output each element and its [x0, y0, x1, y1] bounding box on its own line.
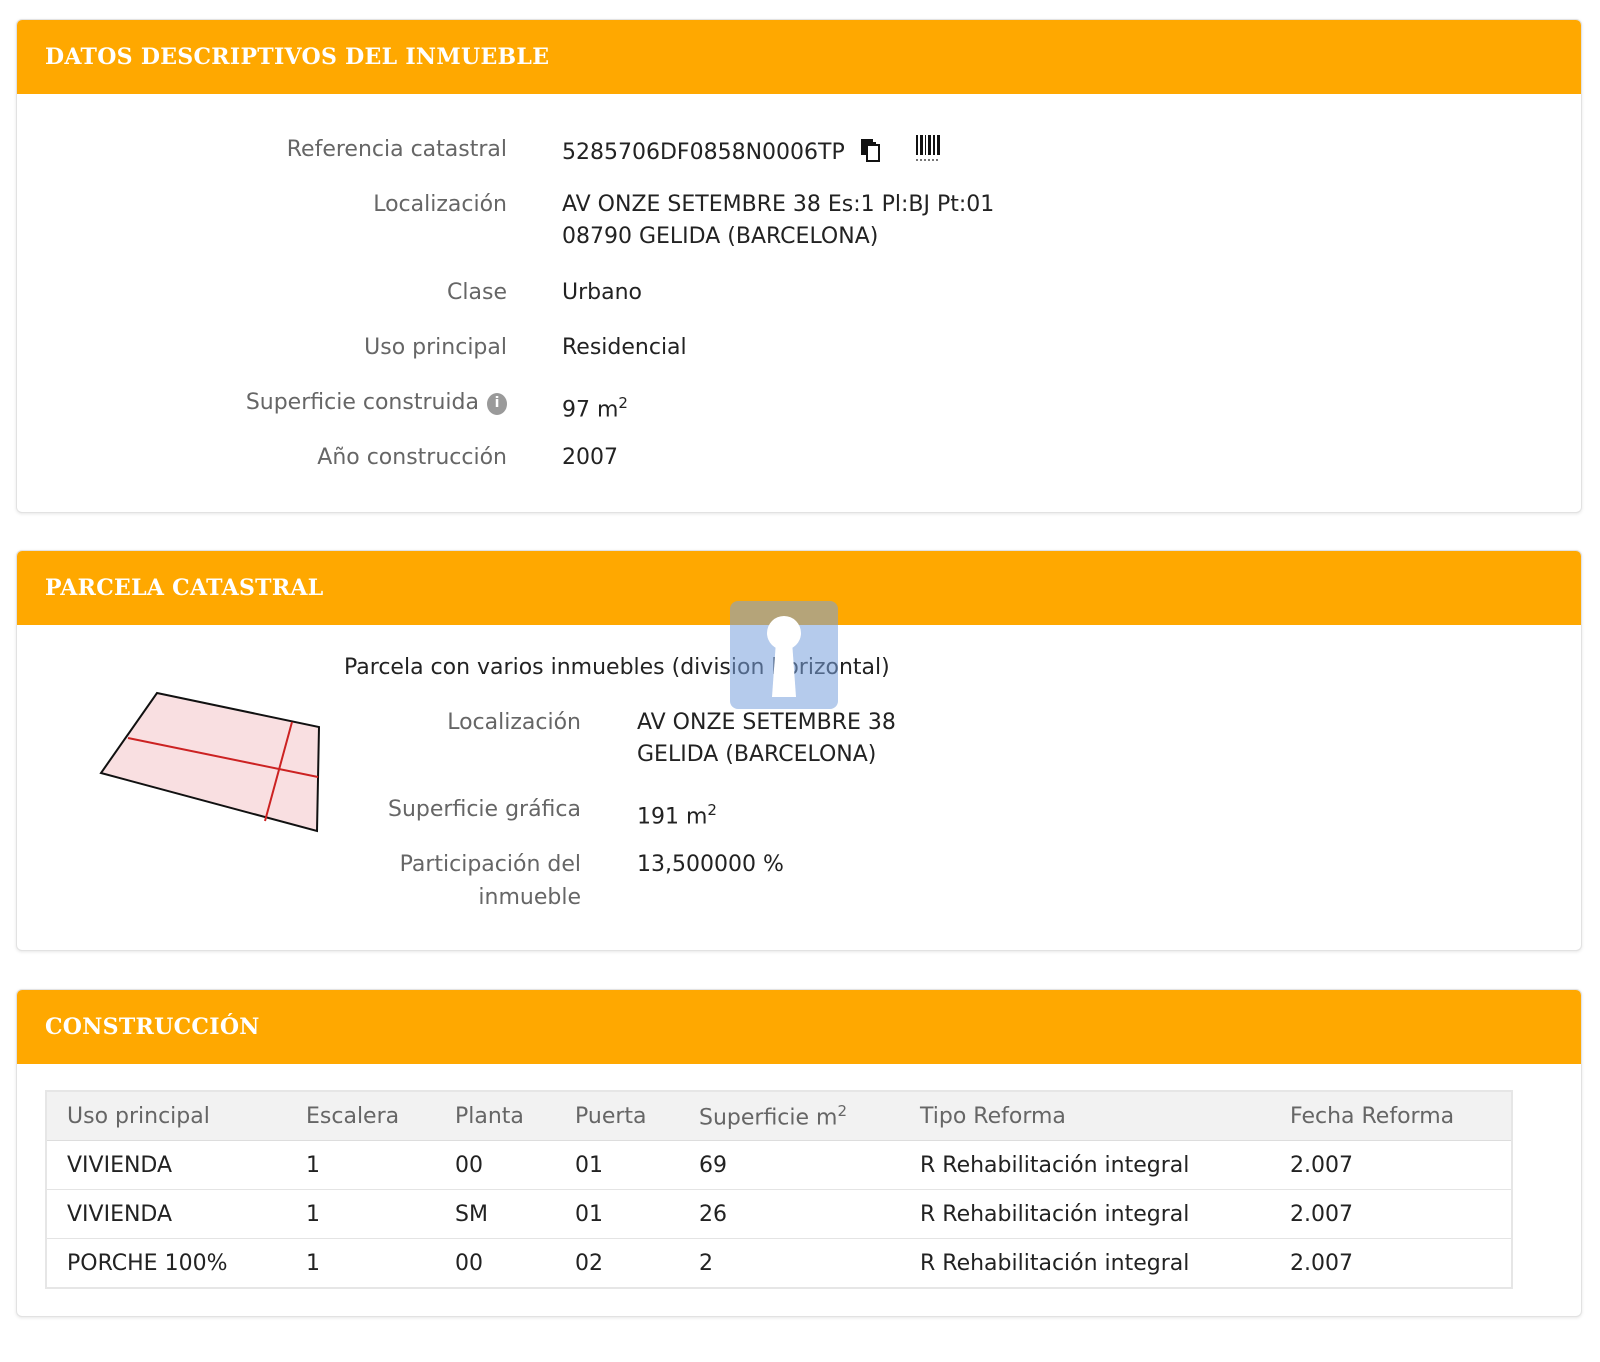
cell-planta: 00	[435, 1140, 555, 1190]
cell-escalera: 1	[286, 1189, 435, 1239]
table-row: VIVIENDA 1 SM 01 26 R Rehabilitación int…	[46, 1189, 1512, 1239]
ref-catastral-label: Referencia catastral	[286, 137, 507, 162]
cell-fecha-reforma: 2.007	[1270, 1189, 1512, 1239]
cell-planta: SM	[435, 1189, 555, 1239]
cell-tipo-reforma: R Rehabilitación integral	[900, 1238, 1270, 1289]
clase-label: Clase	[447, 280, 507, 305]
superficie-construida-text: Superficie construida	[245, 390, 479, 415]
col-header-fecha-reforma: Fecha Reforma	[1270, 1091, 1512, 1141]
participacion-label-line2: inmueble	[478, 885, 581, 910]
col-header-escalera: Escalera	[286, 1091, 435, 1141]
superficie-grafica-label: Superficie gráfica	[388, 797, 581, 822]
col-header-uso: Uso principal	[46, 1091, 286, 1141]
localizacion-line2: 08790 GELIDA (BARCELONA)	[562, 224, 879, 249]
keyhole-watermark	[730, 601, 838, 709]
parcela-localizacion-label: Localización	[447, 710, 581, 735]
table-header-row: Uso principal Escalera Planta Puerta Sup…	[46, 1091, 1512, 1141]
parcel-map-thumbnail[interactable]	[97, 689, 337, 839]
superficie-construida-number: 97 m	[562, 397, 619, 423]
cell-uso: VIVIENDA	[46, 1140, 286, 1190]
cell-escalera: 1	[286, 1238, 435, 1289]
uso-principal-value: Residencial	[562, 335, 687, 360]
col-header-planta: Planta	[435, 1091, 555, 1141]
superficie-construida-value: 97 m2	[562, 387, 628, 426]
clase-value: Urbano	[562, 280, 642, 305]
uso-principal-label: Uso principal	[364, 335, 507, 360]
cell-puerta: 02	[555, 1238, 679, 1289]
info-icon[interactable]: i	[487, 393, 507, 415]
localizacion-line1: AV ONZE SETEMBRE 38 Es:1 Pl:BJ Pt:01	[562, 192, 995, 217]
participacion-label-line1: Participación del	[399, 852, 581, 877]
copy-icon[interactable]	[858, 138, 882, 172]
cell-uso: PORCHE 100%	[46, 1238, 286, 1289]
localizacion-label: Localización	[373, 192, 507, 217]
anio-construccion-value: 2007	[562, 445, 618, 470]
cell-superficie: 26	[679, 1189, 900, 1239]
ref-catastral-value: 5285706DF0858N0006TP	[562, 134, 941, 172]
col-header-tipo-reforma: Tipo Reforma	[900, 1091, 1270, 1141]
cell-fecha-reforma: 2.007	[1270, 1140, 1512, 1190]
datos-descriptivos-panel: DATOS DESCRIPTIVOS DEL INMUEBLE Referenc…	[16, 19, 1582, 513]
parcela-localizacion-line2: GELIDA (BARCELONA)	[637, 742, 877, 767]
unit-exponent: 2	[707, 801, 717, 819]
unit-exponent: 2	[618, 394, 628, 412]
cell-uso: VIVIENDA	[46, 1189, 286, 1239]
panel-header: DATOS DESCRIPTIVOS DEL INMUEBLE	[17, 20, 1581, 94]
participacion-value: 13,500000 %	[637, 852, 784, 877]
table-row: PORCHE 100% 1 00 02 2 R Rehabilitación i…	[46, 1238, 1512, 1289]
panel-header: CONSTRUCCIÓN	[17, 990, 1581, 1064]
col-header-superficie: Superficie m2	[679, 1091, 900, 1141]
anio-construccion-label: Año construcción	[317, 445, 507, 470]
panel-title: PARCELA CATASTRAL	[45, 575, 324, 601]
table-row: VIVIENDA 1 00 01 69 R Rehabilitación int…	[46, 1140, 1512, 1190]
superficie-grafica-value: 191 m2	[637, 794, 717, 833]
panel-title: CONSTRUCCIÓN	[45, 1014, 260, 1040]
cell-superficie: 2	[679, 1238, 900, 1289]
ref-catastral-text[interactable]: 5285706DF0858N0006TP	[562, 140, 845, 165]
col-header-superficie-text: Superficie m	[699, 1105, 838, 1131]
superficie-grafica-number: 191 m	[637, 804, 708, 830]
cell-puerta: 01	[555, 1140, 679, 1190]
cell-planta: 00	[435, 1238, 555, 1289]
parcela-localizacion-line1: AV ONZE SETEMBRE 38	[637, 710, 896, 735]
cell-superficie: 69	[679, 1140, 900, 1190]
construccion-table: Uso principal Escalera Planta Puerta Sup…	[45, 1090, 1513, 1289]
cell-fecha-reforma: 2.007	[1270, 1238, 1512, 1289]
cell-tipo-reforma: R Rehabilitación integral	[900, 1140, 1270, 1190]
panel-title: DATOS DESCRIPTIVOS DEL INMUEBLE	[45, 44, 550, 70]
col-header-puerta: Puerta	[555, 1091, 679, 1141]
unit-exponent: 2	[837, 1101, 848, 1120]
cell-tipo-reforma: R Rehabilitación integral	[900, 1189, 1270, 1239]
construccion-panel: CONSTRUCCIÓN Uso principal Escalera Plan…	[16, 989, 1582, 1317]
barcode-icon[interactable]	[915, 134, 941, 172]
cell-puerta: 01	[555, 1189, 679, 1239]
parcel-shape	[99, 691, 321, 833]
cell-escalera: 1	[286, 1140, 435, 1190]
superficie-construida-label: Superficie construida i	[17, 387, 507, 419]
